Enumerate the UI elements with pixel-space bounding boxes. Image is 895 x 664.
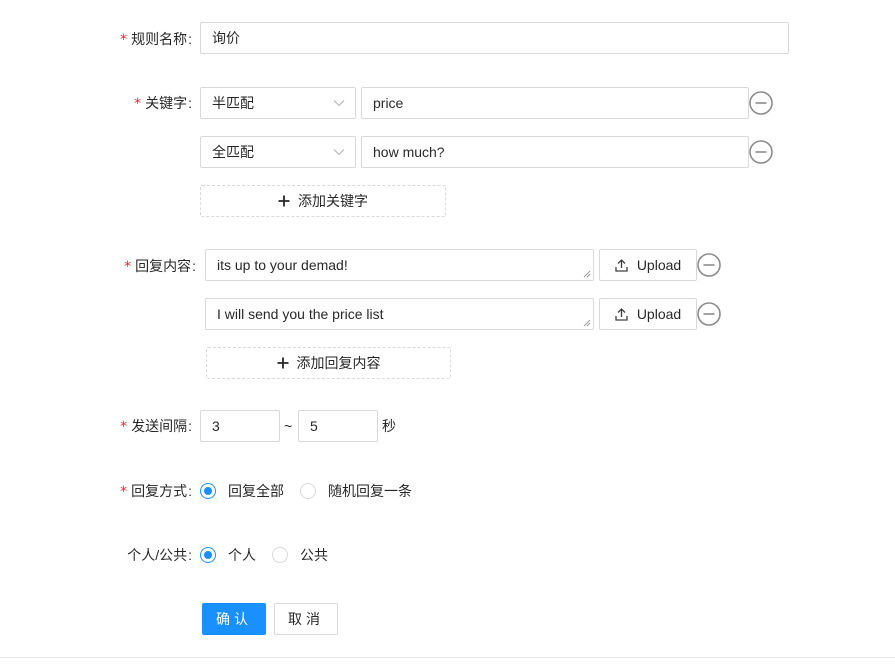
keyword-match-select[interactable]: 全匹配	[200, 136, 356, 168]
radio-circle[interactable]	[200, 547, 216, 563]
divider	[0, 657, 895, 658]
keywords-label: * 关键字:	[134, 95, 192, 112]
radio-circle[interactable]	[200, 483, 216, 499]
radio-personal[interactable]: 个人	[200, 544, 256, 566]
required-mark: *	[120, 32, 128, 48]
keyword-input[interactable]: price	[361, 87, 749, 119]
radio-public[interactable]: 公共	[272, 544, 328, 566]
radio-reply-all[interactable]: 回复全部	[200, 480, 284, 502]
scope-label: 个人/公共:	[127, 547, 192, 563]
resize-handle-icon[interactable]	[583, 319, 591, 327]
minus-circle-icon[interactable]	[697, 253, 721, 277]
upload-button[interactable]: Upload	[599, 298, 697, 330]
required-mark: *	[120, 484, 128, 500]
interval-unit: 秒	[382, 418, 396, 434]
confirm-button[interactable]: 确认	[202, 603, 266, 635]
rule-name-input[interactable]: 询价	[200, 22, 789, 54]
cancel-button[interactable]: 取消	[274, 603, 338, 635]
upload-button[interactable]: Upload	[599, 249, 697, 281]
interval-separator: ~	[284, 418, 293, 434]
keyword-input[interactable]: how much?	[361, 136, 749, 168]
upload-icon	[615, 307, 628, 321]
radio-random-reply[interactable]: 随机回复一条	[300, 480, 412, 502]
required-mark: *	[134, 96, 142, 112]
chevron-down-icon	[333, 88, 345, 118]
minus-circle-icon[interactable]	[749, 140, 773, 164]
required-mark: *	[124, 259, 132, 275]
reply-textarea[interactable]: its up to your demad!	[205, 249, 594, 281]
reply-mode-label: * 回复方式:	[120, 483, 192, 500]
rule-name-label: * 规则名称:	[120, 31, 192, 48]
plus-icon	[278, 192, 290, 210]
interval-label: * 发送间隔:	[120, 418, 192, 435]
required-mark: *	[120, 419, 128, 435]
radio-circle[interactable]	[300, 483, 316, 499]
minus-circle-icon[interactable]	[749, 91, 773, 115]
reply-content-label: * 回复内容:	[124, 258, 196, 275]
resize-handle-icon[interactable]	[583, 270, 591, 278]
chevron-down-icon	[333, 137, 345, 167]
add-reply-button[interactable]: 添加回复内容	[206, 347, 451, 379]
minus-circle-icon[interactable]	[697, 302, 721, 326]
keyword-match-select[interactable]: 半匹配	[200, 87, 356, 119]
plus-icon	[277, 354, 289, 372]
interval-max-input[interactable]: 5	[298, 410, 378, 442]
radio-circle[interactable]	[272, 547, 288, 563]
reply-textarea[interactable]: I will send you the price list	[205, 298, 594, 330]
upload-icon	[615, 258, 628, 272]
interval-min-input[interactable]: 3	[200, 410, 280, 442]
add-keyword-button[interactable]: 添加关键字	[200, 185, 446, 217]
